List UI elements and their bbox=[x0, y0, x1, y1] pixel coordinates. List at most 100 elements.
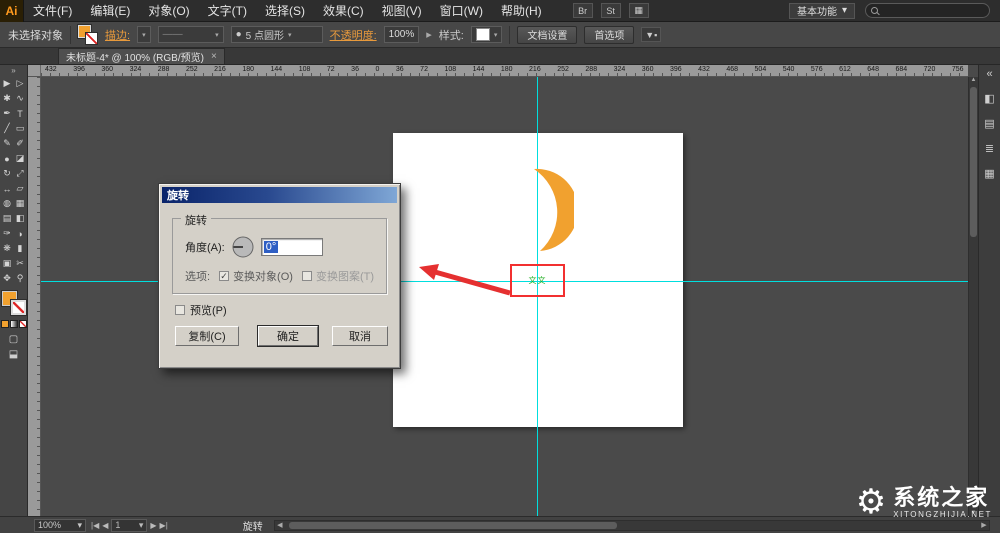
align-panel-icon[interactable]: ▼▪ bbox=[641, 27, 662, 42]
stock-icon[interactable]: St bbox=[600, 3, 621, 18]
direct-selection-tool-icon[interactable]: ▷ bbox=[14, 76, 27, 91]
shape-builder-tool-icon[interactable]: ◍ bbox=[1, 196, 14, 211]
swatches-panel-icon[interactable]: ▦ bbox=[984, 167, 994, 180]
pencil-tool-icon[interactable]: ✐ bbox=[14, 136, 27, 151]
column-graph-tool-icon[interactable]: ▮ bbox=[14, 241, 27, 256]
bridge-icon[interactable]: Br bbox=[572, 3, 593, 18]
slice-tool-icon[interactable]: ✂ bbox=[14, 256, 27, 271]
blob-brush-tool-icon[interactable]: ● bbox=[1, 151, 14, 166]
menu-item[interactable]: 编辑(E) bbox=[81, 0, 139, 22]
artboard-number-dropdown[interactable]: 1 ▾ bbox=[111, 518, 148, 532]
crescent-shape[interactable] bbox=[520, 165, 574, 255]
transform-pattern-checkbox[interactable]: 变换图案(T) bbox=[301, 268, 374, 284]
menu-item[interactable]: 帮助(H) bbox=[492, 0, 551, 22]
prev-artboard-icon[interactable]: ◀ bbox=[102, 521, 108, 530]
appearance-panel-icon[interactable]: ▤ bbox=[984, 117, 994, 130]
draw-mode-icon[interactable]: ▢ bbox=[9, 334, 18, 345]
search-input[interactable] bbox=[865, 3, 990, 18]
artboard-tool-icon[interactable]: ▣ bbox=[1, 256, 14, 271]
scroll-left-icon[interactable]: ◀ bbox=[275, 521, 285, 530]
preview-checkbox[interactable]: 预览(P) bbox=[175, 302, 227, 318]
stroke-none-swatch[interactable] bbox=[9, 299, 27, 316]
stroke-weight-dropdown[interactable]: ▾ bbox=[137, 26, 151, 43]
arrange-documents-icon[interactable]: ▦ bbox=[628, 3, 649, 18]
line-segment-tool-icon[interactable]: ╱ bbox=[1, 121, 14, 136]
brush-dropdown[interactable]: ● 5 点圆形 ▾ bbox=[230, 26, 323, 43]
menu-item[interactable]: 效果(C) bbox=[314, 0, 373, 22]
vertical-ruler[interactable] bbox=[28, 77, 41, 516]
opacity-link[interactable]: 不透明度: bbox=[330, 27, 377, 43]
vertical-scroll-thumb[interactable] bbox=[970, 87, 977, 237]
copy-button[interactable]: 复制(C) bbox=[175, 326, 239, 346]
vertical-scrollbar[interactable]: ▲ ▼ bbox=[968, 77, 978, 516]
lasso-tool-icon[interactable]: ∿ bbox=[14, 91, 27, 106]
perspective-grid-tool-icon[interactable]: ▦ bbox=[14, 196, 27, 211]
first-artboard-icon[interactable]: |◀ bbox=[91, 521, 99, 530]
ok-button[interactable]: 确定 bbox=[257, 325, 319, 347]
scroll-right-icon[interactable]: ▶ bbox=[979, 521, 989, 530]
checkbox-empty-icon[interactable] bbox=[301, 271, 312, 281]
workspace-switcher[interactable]: 基本功能 ▾ bbox=[788, 2, 855, 19]
fill-stroke-indicator[interactable] bbox=[0, 290, 27, 316]
gradient-tool-icon[interactable]: ◧ bbox=[14, 211, 27, 226]
free-transform-tool-icon[interactable]: ▱ bbox=[14, 181, 27, 196]
blend-tool-icon[interactable]: ◑ bbox=[14, 226, 27, 241]
last-artboard-icon[interactable]: ▶| bbox=[160, 521, 168, 530]
collapse-toolbar-icon[interactable]: » bbox=[11, 66, 15, 75]
collapse-panels-icon[interactable]: « bbox=[986, 68, 992, 80]
style-dropdown[interactable]: ▾ bbox=[470, 26, 503, 43]
mesh-tool-icon[interactable]: ▤ bbox=[1, 211, 14, 226]
opacity-arrow-icon[interactable]: ▸ bbox=[426, 28, 432, 41]
selection-rect[interactable]: 文文 bbox=[510, 264, 565, 297]
symbol-sprayer-tool-icon[interactable]: ❋ bbox=[1, 241, 14, 256]
menu-item[interactable]: 窗口(W) bbox=[431, 0, 492, 22]
text-object[interactable]: 文文 bbox=[529, 275, 547, 286]
paintbrush-tool-icon[interactable]: ✎ bbox=[1, 136, 14, 151]
menu-item[interactable]: 文字(T) bbox=[199, 0, 256, 22]
next-artboard-icon[interactable]: ▶ bbox=[150, 521, 156, 530]
opacity-value[interactable]: 100% bbox=[383, 26, 420, 43]
transform-object-checkbox[interactable]: ✓ 变换对象(O) bbox=[219, 268, 293, 284]
hand-tool-icon[interactable]: ✥ bbox=[1, 271, 14, 286]
menu-item[interactable]: 视图(V) bbox=[373, 0, 431, 22]
dialog-title-bar[interactable]: 旋转 bbox=[162, 187, 397, 203]
width-tool-icon[interactable]: ↔ bbox=[1, 181, 14, 196]
scroll-up-icon[interactable]: ▲ bbox=[969, 77, 978, 83]
width-profile-dropdown[interactable]: —— ▾ bbox=[157, 26, 224, 43]
stroke-link[interactable]: 描边: bbox=[105, 27, 130, 43]
eraser-tool-icon[interactable]: ◪ bbox=[14, 151, 27, 166]
eyedropper-tool-icon[interactable]: ✑ bbox=[1, 226, 14, 241]
cancel-button[interactable]: 取消 bbox=[332, 326, 388, 346]
checkbox-empty-icon[interactable] bbox=[175, 305, 185, 315]
magic-wand-tool-icon[interactable]: ✱ bbox=[1, 91, 14, 106]
color-panel-icon[interactable]: ◧ bbox=[984, 92, 994, 105]
document-setup-button[interactable]: 文档设置 bbox=[517, 25, 578, 44]
close-icon[interactable]: × bbox=[211, 51, 217, 62]
rotation-dial-icon[interactable] bbox=[232, 236, 254, 258]
rotate-tool-icon[interactable]: ↻ bbox=[1, 166, 14, 181]
screen-mode-icon[interactable]: ⬓ bbox=[9, 349, 18, 360]
angle-input[interactable]: 0° bbox=[260, 238, 323, 256]
layers-panel-icon[interactable]: ≣ bbox=[985, 142, 994, 155]
horizontal-scrollbar[interactable]: ◀ ▶ bbox=[273, 519, 990, 531]
stroke-color-swatch[interactable] bbox=[85, 31, 98, 45]
checkbox-checked-icon[interactable]: ✓ bbox=[219, 271, 230, 281]
fill-stroke-swatches[interactable] bbox=[77, 23, 98, 45]
horizontal-ruler[interactable]: 432 396 360 324 288 252 216 180 144 108 72 36 0 36 72 1… bbox=[28, 65, 968, 77]
scale-tool-icon[interactable]: ⤢ bbox=[14, 166, 27, 181]
menu-item[interactable]: 选择(S) bbox=[256, 0, 314, 22]
zoom-tool-icon[interactable]: ⚲ bbox=[14, 271, 27, 286]
horizontal-scroll-thumb[interactable] bbox=[288, 521, 618, 529]
pen-tool-icon[interactable]: ✒ bbox=[1, 106, 14, 121]
menu-item[interactable]: 对象(O) bbox=[139, 0, 198, 22]
type-tool-icon[interactable]: T bbox=[14, 106, 27, 121]
document-tab[interactable]: 未标题-4* @ 100% (RGB/预览) × bbox=[58, 48, 225, 64]
color-button[interactable] bbox=[0, 320, 9, 328]
gradient-button[interactable] bbox=[9, 320, 18, 328]
selection-tool-icon[interactable]: ▶ bbox=[1, 76, 14, 91]
rectangle-tool-icon[interactable]: ▭ bbox=[14, 121, 27, 136]
preferences-button[interactable]: 首选项 bbox=[584, 25, 635, 44]
menu-item[interactable]: 文件(F) bbox=[24, 0, 81, 22]
zoom-dropdown[interactable]: 100% ▾ bbox=[34, 518, 86, 532]
none-button[interactable] bbox=[18, 320, 27, 328]
